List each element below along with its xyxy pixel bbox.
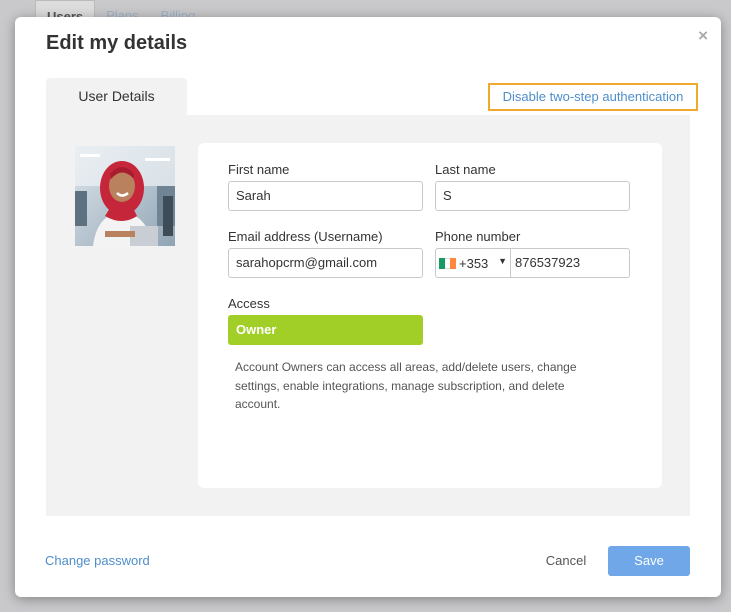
country-code-value: +353 [459, 255, 489, 271]
chevron-down-icon: ▼ [498, 256, 507, 266]
modal-title: Edit my details [46, 32, 188, 54]
last-name-field[interactable]: S [435, 181, 630, 211]
ireland-flag-icon [439, 257, 457, 269]
tab-user-details[interactable]: User Details [46, 78, 187, 115]
bg-tab-users: Users [35, 0, 96, 24]
disable-two-step-auth-link[interactable]: Disable two-step authentication [488, 83, 698, 111]
avatar-photo [75, 146, 175, 246]
access-description: Account Owners can access all areas, add… [235, 360, 577, 411]
background-tabs: Users Plans Billing [35, 0, 206, 24]
email-label: Email address (Username) [228, 229, 383, 244]
avatar[interactable] [75, 146, 175, 246]
cancel-button[interactable]: Cancel [535, 546, 597, 576]
phone-label: Phone number [435, 229, 521, 244]
user-details-panel: First name Sarah Last name S Email addre… [46, 115, 690, 516]
access-select[interactable]: Owner [228, 315, 423, 345]
first-name-field[interactable]: Sarah [228, 181, 423, 211]
email-field[interactable]: sarahopcrm@gmail.com [228, 248, 423, 278]
country-code-select[interactable]: +353 ▼ [436, 249, 511, 277]
first-name-label: First name [228, 162, 290, 177]
access-label: Access [228, 296, 270, 311]
bg-tab-plans: Plans [106, 8, 139, 23]
change-password-link[interactable]: Change password [45, 553, 150, 568]
phone-field-group: +353 ▼ 876537923 [435, 248, 630, 278]
save-button[interactable]: Save [608, 546, 690, 576]
user-form-card: First name Sarah Last name S Email addre… [198, 143, 662, 488]
phone-number-field[interactable]: 876537923 [511, 249, 629, 277]
close-icon[interactable]: × [698, 26, 708, 46]
bg-tab-billing: Billing [160, 8, 196, 23]
edit-details-modal: Edit my details × User Details Disable t… [15, 17, 721, 597]
last-name-label: Last name [435, 162, 496, 177]
